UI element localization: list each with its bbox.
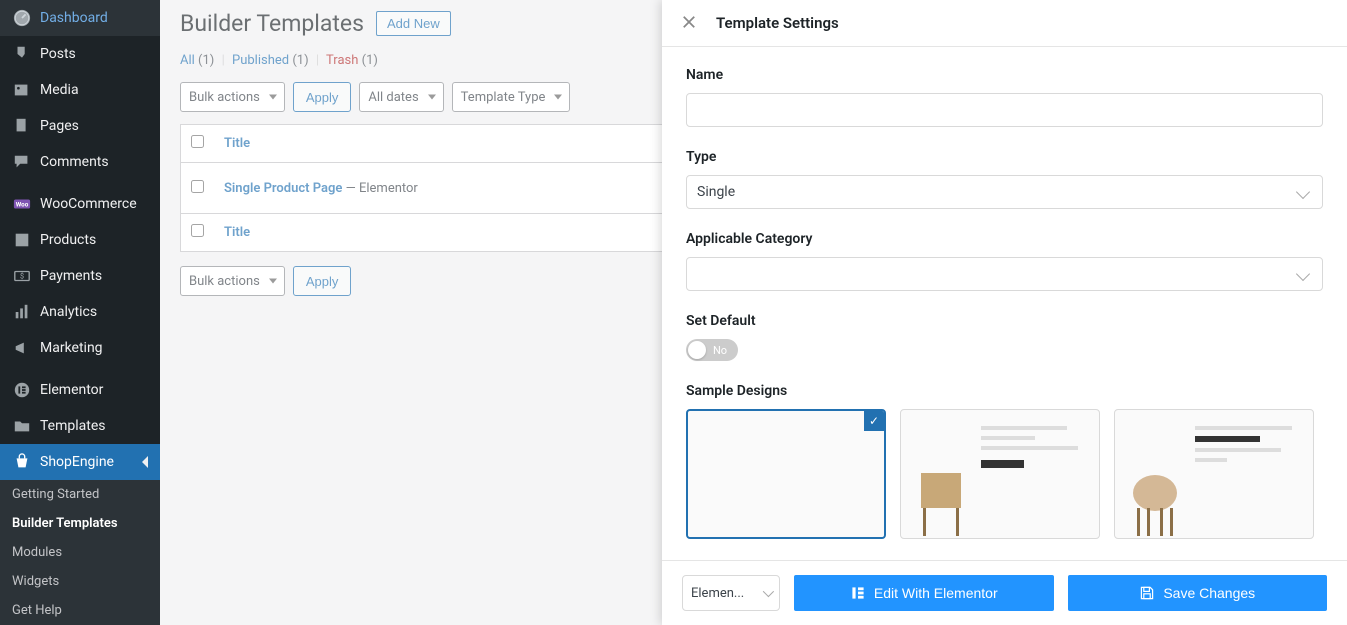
sample-design-2[interactable]: [900, 409, 1100, 539]
chair-icon: [1125, 468, 1185, 538]
sidebar-item-label: Dashboard: [40, 10, 108, 26]
type-select-value: Single: [697, 184, 735, 200]
chair-icon: [911, 468, 971, 538]
admin-sidebar: Dashboard Posts Media Pages Comments Woo…: [0, 0, 160, 625]
save-changes-button[interactable]: Save Changes: [1068, 575, 1328, 611]
media-icon: [12, 80, 32, 100]
template-settings-drawer: Template Settings Name Type Single Appli…: [662, 0, 1347, 625]
sidebar-item-woocommerce[interactable]: Woo WooCommerce: [0, 186, 160, 222]
type-label: Type: [686, 149, 1323, 165]
close-icon[interactable]: [682, 15, 698, 31]
sidebar-sub-widgets[interactable]: Widgets: [0, 567, 160, 596]
edit-button-label: Edit With Elementor: [874, 585, 998, 601]
megaphone-icon: [12, 338, 32, 358]
sidebar-item-label: Media: [40, 82, 79, 98]
payments-icon: $: [12, 266, 32, 286]
sidebar-item-label: Products: [40, 232, 96, 248]
sidebar-item-analytics[interactable]: Analytics: [0, 294, 160, 330]
products-icon: [12, 230, 32, 250]
pin-icon: [12, 44, 32, 64]
elementor-icon: [12, 380, 32, 400]
shopengine-icon: [12, 452, 32, 472]
sidebar-item-templates[interactable]: Templates: [0, 408, 160, 444]
sidebar-item-pages[interactable]: Pages: [0, 108, 160, 144]
sidebar-item-label: Analytics: [40, 304, 97, 320]
sidebar-item-shopengine[interactable]: ShopEngine: [0, 444, 160, 480]
sidebar-item-dashboard[interactable]: Dashboard: [0, 0, 160, 36]
type-select[interactable]: Single: [686, 175, 1323, 209]
category-label: Applicable Category: [686, 231, 1323, 247]
sidebar-item-comments[interactable]: Comments: [0, 144, 160, 180]
sidebar-item-media[interactable]: Media: [0, 72, 160, 108]
sidebar-item-label: Posts: [40, 46, 76, 62]
chevron-down-icon: [763, 586, 774, 597]
sample-design-3[interactable]: [1114, 409, 1314, 539]
sidebar-sub-getting-started[interactable]: Getting Started: [0, 480, 160, 509]
sidebar-submenu: Getting Started Builder Templates Module…: [0, 480, 160, 625]
name-input[interactable]: [686, 93, 1323, 127]
dashboard-icon: [12, 8, 32, 28]
toggle-knob: [688, 341, 706, 359]
sidebar-item-label: Templates: [40, 418, 106, 434]
sidebar-item-label: Payments: [40, 268, 102, 284]
folder-icon: [12, 416, 32, 436]
sidebar-item-label: ShopEngine: [40, 454, 114, 470]
name-label: Name: [686, 67, 1323, 83]
comment-icon: [12, 152, 32, 172]
editor-select-value: Elemen...: [691, 586, 744, 601]
elementor-icon: [850, 585, 866, 601]
sidebar-item-label: Elementor: [40, 382, 103, 398]
sidebar-item-payments[interactable]: $ Payments: [0, 258, 160, 294]
drawer-title: Template Settings: [716, 14, 839, 32]
check-icon: ✓: [864, 411, 884, 431]
sidebar-item-label: Marketing: [40, 340, 103, 356]
edit-with-elementor-button[interactable]: Edit With Elementor: [794, 575, 1054, 611]
sidebar-sub-builder-templates[interactable]: Builder Templates: [0, 509, 160, 538]
save-icon: [1139, 585, 1155, 601]
default-label: Set Default: [686, 313, 1323, 329]
toggle-label: No: [713, 344, 727, 357]
sidebar-item-elementor[interactable]: Elementor: [0, 372, 160, 408]
sidebar-item-label: Pages: [40, 118, 79, 134]
set-default-toggle[interactable]: No: [686, 339, 738, 361]
editor-select[interactable]: Elemen...: [682, 575, 780, 611]
page-icon: [12, 116, 32, 136]
sidebar-item-label: WooCommerce: [40, 196, 137, 212]
sidebar-sub-modules[interactable]: Modules: [0, 538, 160, 567]
designs-label: Sample Designs: [686, 383, 1323, 399]
sample-design-1[interactable]: ✓: [686, 409, 886, 539]
svg-text:Woo: Woo: [16, 201, 29, 209]
woo-icon: Woo: [12, 194, 32, 214]
sidebar-sub-get-help[interactable]: Get Help: [0, 596, 160, 625]
chevron-down-icon: [1296, 267, 1310, 281]
sidebar-item-products[interactable]: Products: [0, 222, 160, 258]
svg-text:$: $: [20, 272, 24, 281]
sidebar-item-label: Comments: [40, 154, 109, 170]
save-button-label: Save Changes: [1163, 585, 1255, 601]
sidebar-item-marketing[interactable]: Marketing: [0, 330, 160, 366]
chevron-down-icon: [1296, 185, 1310, 199]
analytics-icon: [12, 302, 32, 322]
category-select[interactable]: [686, 257, 1323, 291]
sidebar-item-posts[interactable]: Posts: [0, 36, 160, 72]
